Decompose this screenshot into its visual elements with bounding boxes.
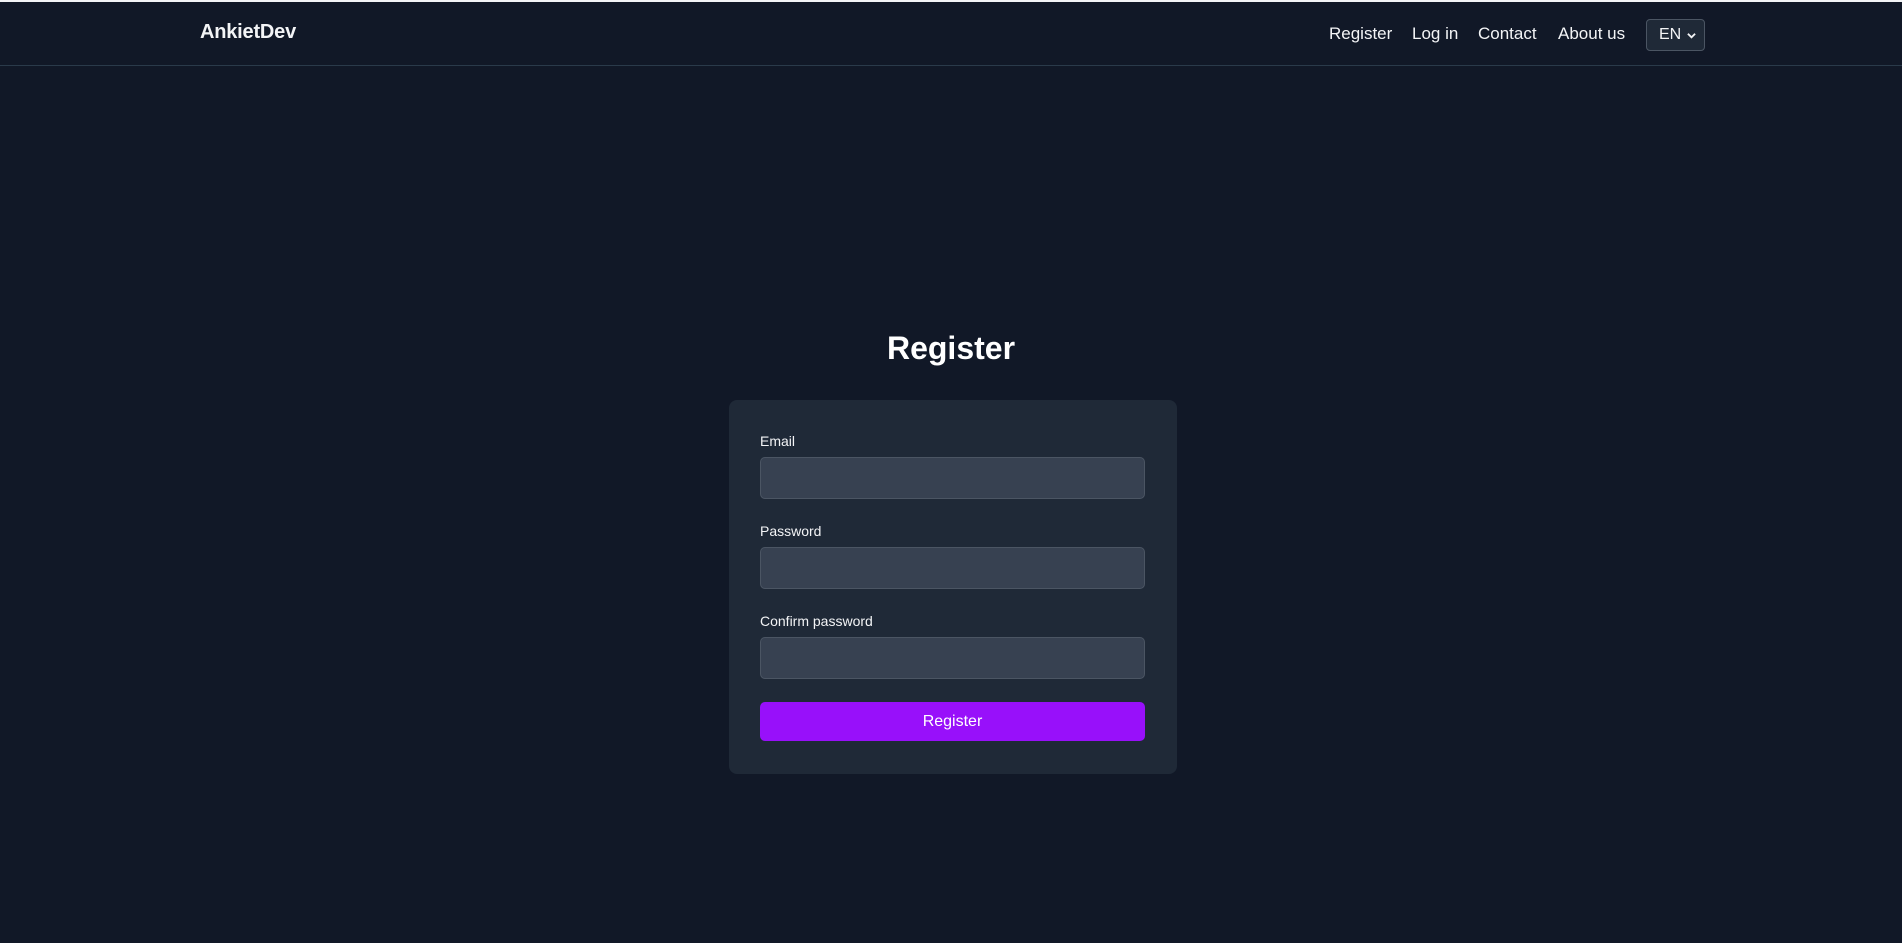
page-title: Register: [886, 330, 1016, 366]
nav-link-login[interactable]: Log in: [1412, 24, 1458, 44]
confirm-password-label: Confirm password: [760, 613, 873, 629]
register-button[interactable]: Register: [760, 702, 1145, 741]
email-label: Email: [760, 433, 796, 449]
nav-link-register[interactable]: Register: [1329, 24, 1392, 44]
password-field[interactable]: [760, 547, 1145, 589]
nav-links: Register Log in Contact About us EN: [0, 2, 1902, 66]
confirm-password-field[interactable]: [760, 637, 1145, 679]
password-label: Password: [760, 523, 822, 539]
nav-link-about-us[interactable]: About us: [1558, 24, 1625, 44]
nav-link-contact[interactable]: Contact: [1478, 24, 1537, 44]
language-select-value: EN: [1659, 26, 1682, 43]
page: AnkietDev Register Log in Contact About …: [0, 0, 1902, 943]
chevron-down-icon: [1687, 33, 1696, 39]
navbar: AnkietDev Register Log in Contact About …: [0, 2, 1902, 66]
register-form-card: Email Password Confirm password Register: [729, 400, 1177, 774]
email-field[interactable]: [760, 457, 1145, 499]
language-select[interactable]: EN: [1646, 19, 1705, 51]
